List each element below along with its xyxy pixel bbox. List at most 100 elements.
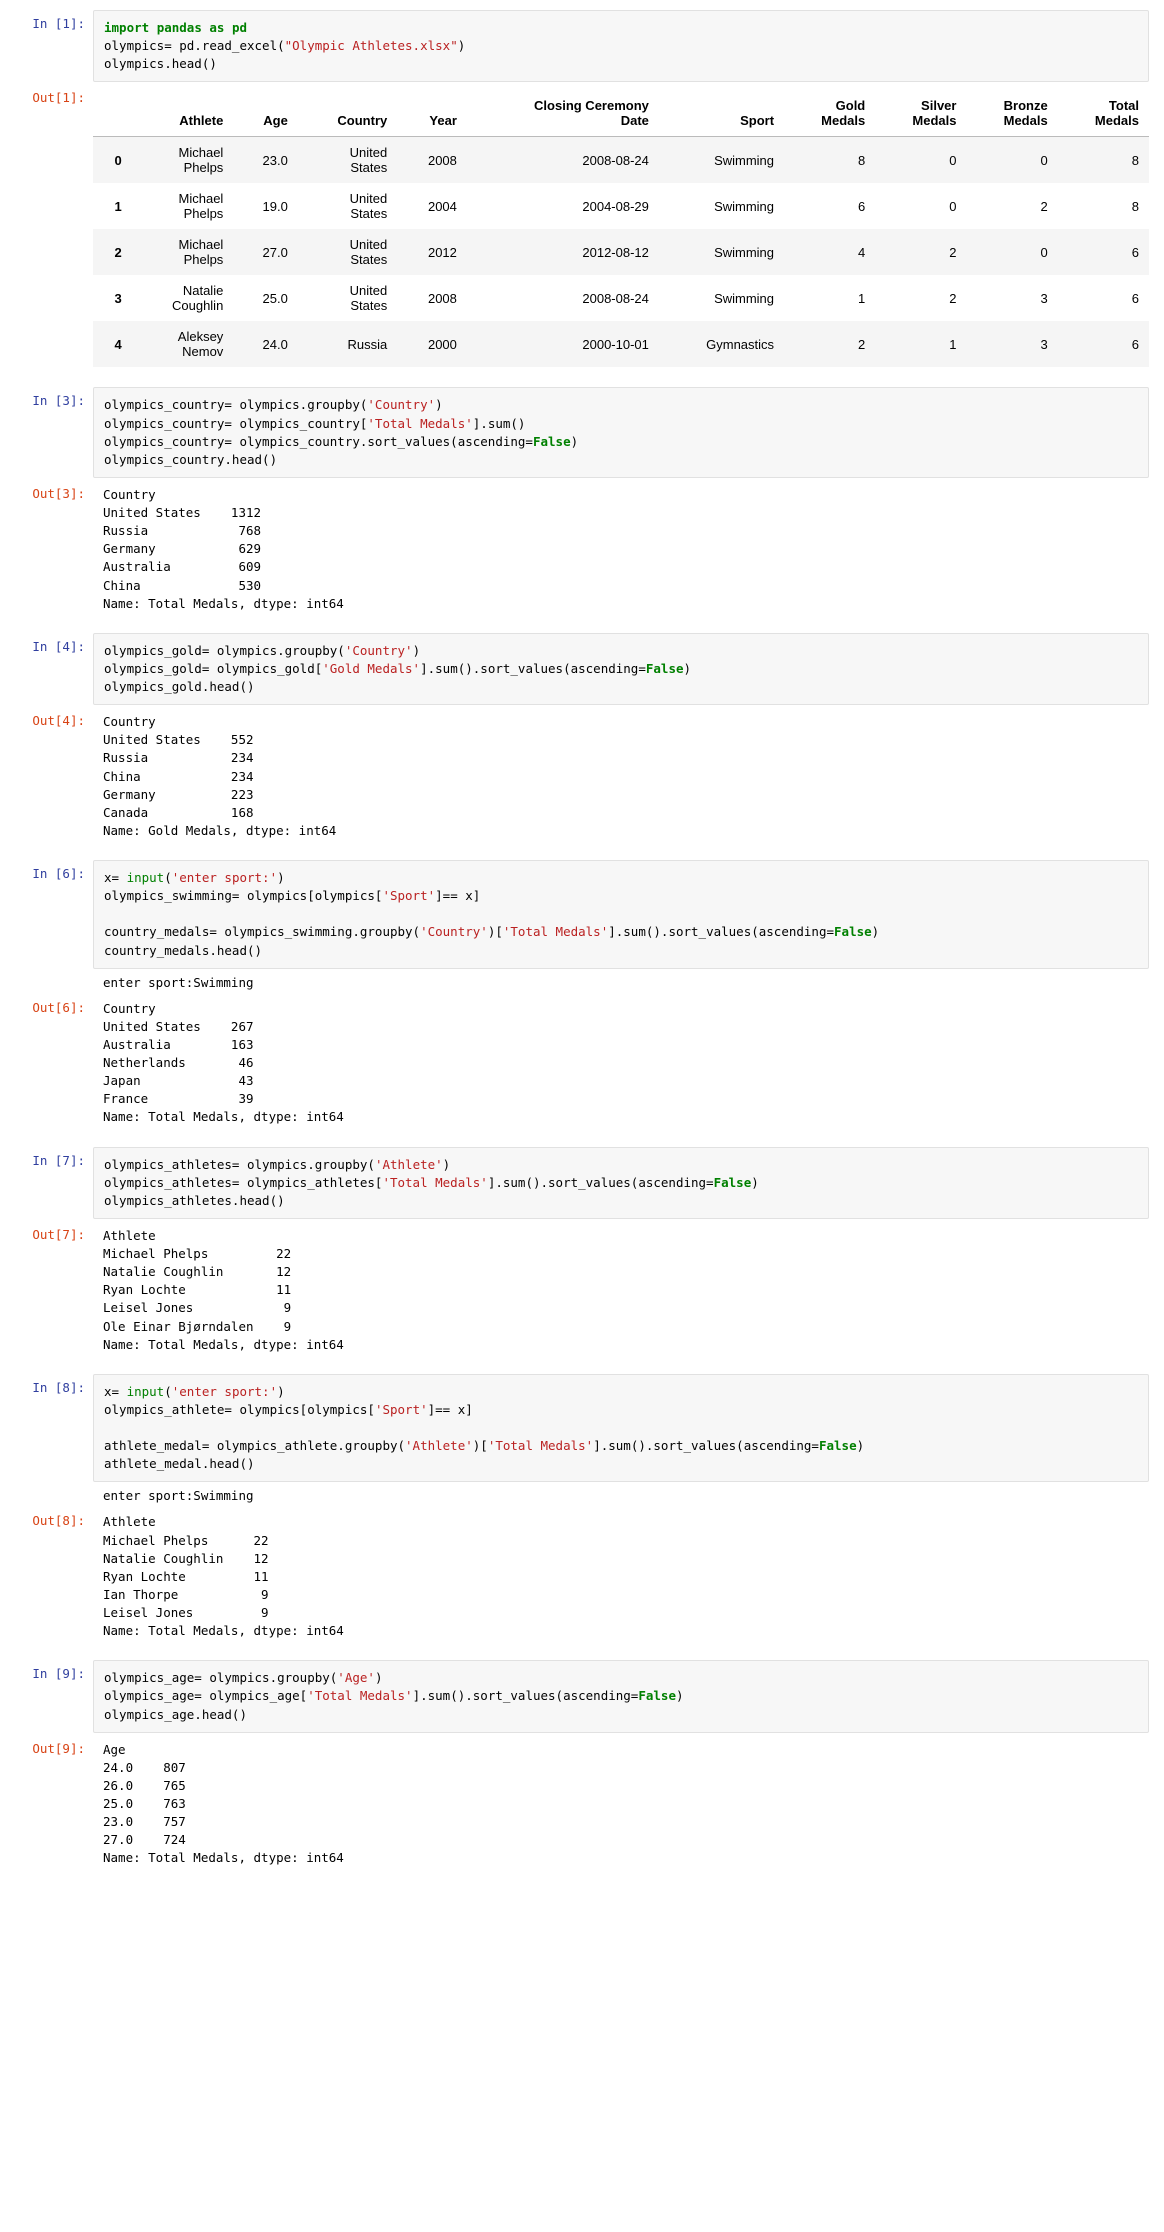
input-prompt: In [7]:: [15, 1147, 93, 1219]
column-header: Sport: [659, 90, 784, 137]
text-output: Age 24.0 807 26.0 765 25.0 763 23.0 757 …: [93, 1735, 1149, 1886]
table-cell: Swimming: [659, 137, 784, 184]
text-output: Country United States 1312 Russia 768 Ge…: [93, 480, 1149, 631]
code-input[interactable]: olympics_gold= olympics.groupby('Country…: [93, 633, 1149, 705]
output-prompt: Out[1]:: [15, 84, 93, 385]
code-input[interactable]: olympics_age= olympics.groupby('Age') ol…: [93, 1660, 1149, 1732]
input-prompt: In [1]:: [15, 10, 93, 82]
table-cell: 3: [966, 321, 1057, 367]
table-cell: 1: [93, 183, 132, 229]
table-row: 4AlekseyNemov24.0Russia20002000-10-01Gym…: [93, 321, 1149, 367]
output-prompt: Out[8]:: [15, 1507, 93, 1658]
dataframe-cell: Out[1]:AthleteAgeCountryYearClosing Cere…: [15, 84, 1149, 385]
table-cell: 2004-08-29: [467, 183, 659, 229]
table-cell: 2012: [397, 229, 467, 275]
table-cell: UnitedStates: [298, 137, 397, 184]
dataframe-output: AthleteAgeCountryYearClosing CeremonyDat…: [93, 84, 1149, 385]
table-cell: 2008-08-24: [467, 275, 659, 321]
table-cell: 0: [966, 229, 1057, 275]
table-cell: 8: [1058, 183, 1149, 229]
table-cell: MichaelPhelps: [132, 183, 234, 229]
table-cell: MichaelPhelps: [132, 229, 234, 275]
code-input[interactable]: x= input('enter sport:') olympics_athlet…: [93, 1374, 1149, 1483]
table-cell: Swimming: [659, 229, 784, 275]
table-cell: 19.0: [233, 183, 298, 229]
column-header: TotalMedals: [1058, 90, 1149, 137]
table-cell: UnitedStates: [298, 275, 397, 321]
table-cell: 8: [784, 137, 875, 184]
column-header: SilverMedals: [875, 90, 966, 137]
table-cell: 0: [875, 183, 966, 229]
code-input[interactable]: olympics_country= olympics.groupby('Coun…: [93, 387, 1149, 478]
table-cell: MichaelPhelps: [132, 137, 234, 184]
column-header: Year: [397, 90, 467, 137]
table-cell: 2004: [397, 183, 467, 229]
table-cell: 2000-10-01: [467, 321, 659, 367]
table-cell: 2000: [397, 321, 467, 367]
output-cell: Out[9]:Age 24.0 807 26.0 765 25.0 763 23…: [15, 1735, 1149, 1886]
code-input[interactable]: x= input('enter sport:') olympics_swimmi…: [93, 860, 1149, 969]
table-cell: UnitedStates: [298, 183, 397, 229]
table-cell: 2: [93, 229, 132, 275]
output-cell: Out[3]:Country United States 1312 Russia…: [15, 480, 1149, 631]
code-input[interactable]: olympics_athletes= olympics.groupby('Ath…: [93, 1147, 1149, 1219]
table-cell: NatalieCoughlin: [132, 275, 234, 321]
output-prompt: Out[3]:: [15, 480, 93, 631]
table-cell: 3: [966, 275, 1057, 321]
code-cell: In [1]:import pandas as pd olympics= pd.…: [15, 10, 1149, 82]
table-cell: 3: [93, 275, 132, 321]
column-header: Closing CeremonyDate: [467, 90, 659, 137]
code-cell: In [8]:x= input('enter sport:') olympics…: [15, 1374, 1149, 1483]
table-cell: 6: [1058, 229, 1149, 275]
text-output: Athlete Michael Phelps 22 Natalie Coughl…: [93, 1221, 1149, 1372]
table-row: 3NatalieCoughlin25.0UnitedStates20082008…: [93, 275, 1149, 321]
column-header: Athlete: [132, 90, 234, 137]
table-cell: 8: [1058, 137, 1149, 184]
table-cell: 6: [1058, 321, 1149, 367]
text-output: Country United States 267 Australia 163 …: [93, 994, 1149, 1145]
output-cell: Out[8]:Athlete Michael Phelps 22 Natalie…: [15, 1507, 1149, 1658]
code-cell: In [7]:olympics_athletes= olympics.group…: [15, 1147, 1149, 1219]
table-cell: 1: [875, 321, 966, 367]
table-cell: Russia: [298, 321, 397, 367]
table-cell: 2008: [397, 137, 467, 184]
table-cell: 25.0: [233, 275, 298, 321]
dataframe-table: AthleteAgeCountryYearClosing CeremonyDat…: [93, 90, 1149, 367]
table-cell: 2008-08-24: [467, 137, 659, 184]
table-cell: 1: [784, 275, 875, 321]
table-cell: 27.0: [233, 229, 298, 275]
text-output: Athlete Michael Phelps 22 Natalie Coughl…: [93, 1507, 1149, 1658]
output-cell: Out[4]:Country United States 552 Russia …: [15, 707, 1149, 858]
stream-cell: enter sport:Swimming: [15, 1484, 1149, 1505]
table-cell: 0: [93, 137, 132, 184]
code-cell: In [9]:olympics_age= olympics.groupby('A…: [15, 1660, 1149, 1732]
output-prompt: Out[4]:: [15, 707, 93, 858]
code-cell: In [6]:x= input('enter sport:') olympics…: [15, 860, 1149, 969]
output-prompt: Out[6]:: [15, 994, 93, 1145]
table-row: 0MichaelPhelps23.0UnitedStates20082008-0…: [93, 137, 1149, 184]
column-header: BronzeMedals: [966, 90, 1057, 137]
table-cell: 23.0: [233, 137, 298, 184]
column-header: GoldMedals: [784, 90, 875, 137]
output-prompt: Out[9]:: [15, 1735, 93, 1886]
table-cell: UnitedStates: [298, 229, 397, 275]
table-cell: 2008: [397, 275, 467, 321]
code-input[interactable]: import pandas as pd olympics= pd.read_ex…: [93, 10, 1149, 82]
output-cell: Out[7]:Athlete Michael Phelps 22 Natalie…: [15, 1221, 1149, 1372]
table-cell: 2: [875, 275, 966, 321]
output-cell: Out[6]:Country United States 267 Austral…: [15, 994, 1149, 1145]
table-cell: 0: [966, 137, 1057, 184]
table-cell: Swimming: [659, 275, 784, 321]
table-cell: 4: [784, 229, 875, 275]
output-prompt: Out[7]:: [15, 1221, 93, 1372]
input-prompt: In [9]:: [15, 1660, 93, 1732]
table-cell: Swimming: [659, 183, 784, 229]
code-cell: In [4]:olympics_gold= olympics.groupby('…: [15, 633, 1149, 705]
table-cell: 0: [875, 137, 966, 184]
table-row: 1MichaelPhelps19.0UnitedStates20042004-0…: [93, 183, 1149, 229]
blank-prompt: [15, 971, 93, 992]
table-cell: 6: [784, 183, 875, 229]
column-header: [93, 90, 132, 137]
text-output: Country United States 552 Russia 234 Chi…: [93, 707, 1149, 858]
code-cell: In [3]:olympics_country= olympics.groupb…: [15, 387, 1149, 478]
